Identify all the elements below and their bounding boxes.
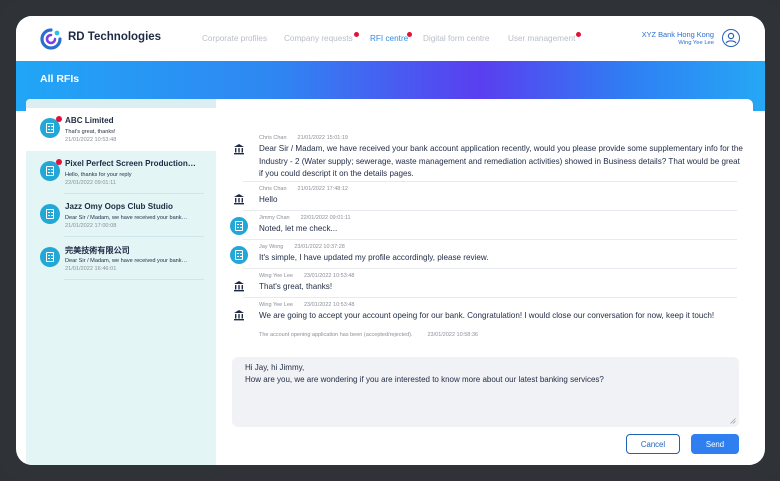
bank-icon	[230, 190, 248, 208]
company-icon	[40, 247, 60, 267]
user-avatar-icon[interactable]	[722, 29, 740, 47]
rfi-list-item[interactable]: Jazz Omy Oops Club Studio Dear Sir / Mad…	[26, 194, 216, 237]
user-name: Wing Yee Lee	[678, 40, 714, 46]
nav-company-requests[interactable]: Company requests	[284, 34, 353, 43]
system-note-text: The account opening application has been…	[259, 332, 413, 338]
rfi-time: 21/01/2022 16:46:01	[65, 266, 117, 272]
company-icon	[230, 246, 248, 264]
message-time: 23/01/2022 10:53:48	[303, 302, 355, 308]
message-time: 23/01/2022 10:37:28	[294, 244, 345, 250]
system-note-time: 23/01/2022 10:58:36	[427, 332, 478, 338]
message-text: It's simple, I have updated my profile a…	[259, 253, 489, 262]
message-text: We are going to accept your account opei…	[259, 311, 715, 320]
message-sender: Wing Yee Lee	[259, 302, 293, 308]
message-text: That's great, thanks!	[259, 282, 333, 291]
message-text: Hello	[259, 195, 278, 204]
company-icon	[40, 159, 62, 181]
rfi-title: 完美技術有限公司	[65, 246, 130, 255]
divider	[243, 268, 737, 269]
nav-user-management[interactable]: User management	[508, 34, 575, 43]
bank-icon	[230, 140, 248, 158]
reply-text[interactable]: Hi Jay, hi Jimmy, How are you, we are won…	[245, 362, 725, 385]
message-time: 22/01/2022 09:01:11	[300, 215, 351, 221]
message-sender: Chris Chan	[259, 186, 287, 192]
unread-dot	[56, 116, 62, 122]
message-sender: Jimmy Chan	[259, 215, 290, 221]
rfi-list-item[interactable]: ABC Limited That's great, thanks! 21/01/…	[26, 108, 216, 151]
cancel-button[interactable]: Cancel	[626, 434, 680, 454]
rfi-title: Pixel Perfect Screen Production…	[65, 159, 196, 168]
rfi-list: ABC Limited That's great, thanks! 21/01/…	[26, 99, 216, 465]
bank-name: XYZ Bank Hong Kong	[641, 30, 714, 39]
nav-rfi-centre-dot	[407, 32, 412, 37]
company-icon	[40, 204, 60, 224]
bank-icon	[230, 277, 248, 295]
message-sender: Chris Chan	[259, 135, 287, 141]
message-text: Dear Sir / Madam, we have received your …	[259, 144, 743, 178]
message-meta: Chris Chan 21/01/2022 17:48:12	[259, 186, 348, 192]
rfi-preview: Hello, thanks for your reply	[65, 172, 132, 178]
message-meta: Chris Chan 21/01/2022 15:01:19	[259, 135, 348, 141]
rfi-preview: Dear Sir / Madam, we have received your …	[65, 215, 188, 221]
device-frame: RD Technologies Corporate profiles Compa…	[0, 0, 780, 481]
unread-dot	[56, 159, 62, 165]
message-sender: Jay Wong	[259, 244, 284, 250]
system-note: The account opening application has been…	[259, 332, 478, 338]
nav-user-management-dot	[576, 32, 581, 37]
nav-digital-form-centre[interactable]: Digital form centre	[423, 34, 489, 43]
message-time: 21/01/2022 15:01:19	[297, 135, 348, 141]
reply-composer[interactable]: Hi Jay, hi Jimmy, How are you, we are won…	[232, 357, 739, 427]
nav-corporate-profiles[interactable]: Corporate profiles	[202, 34, 267, 43]
rfi-time: 22/01/2022 09:01:11	[65, 180, 116, 186]
rfi-list-item[interactable]: 完美技術有限公司 Dear Sir / Madam, we have recei…	[26, 237, 216, 280]
company-icon	[40, 116, 62, 138]
divider	[243, 210, 737, 211]
message-sender: Wing Yee Lee	[259, 273, 293, 279]
divider	[243, 239, 737, 240]
rfi-time: 21/01/2022 10:53:48	[65, 137, 117, 143]
message-meta: Jay Wong 23/01/2022 10:37:28	[259, 244, 345, 250]
rfi-time: 21/01/2022 17:00:08	[65, 223, 117, 229]
divider	[64, 279, 204, 280]
message-meta: Jimmy Chan 22/01/2022 09:01:11	[259, 215, 351, 221]
page-title: All RFIs	[40, 73, 80, 85]
conversation-panel: Chris Chan 21/01/2022 15:01:19 Dear Sir /…	[216, 99, 753, 465]
message-text: Noted, let me check...	[259, 224, 338, 233]
message-meta: Wing Yee Lee 23/01/2022 10:53:48	[259, 273, 354, 279]
list-top-strip	[26, 99, 216, 108]
divider	[243, 297, 737, 298]
rfi-list-item[interactable]: Pixel Perfect Screen Production… Hello, …	[26, 151, 216, 194]
rfi-title: Jazz Omy Oops Club Studio	[65, 202, 173, 211]
company-icon	[230, 217, 248, 235]
rfi-preview: That's great, thanks!	[65, 129, 116, 135]
nav-rfi-centre[interactable]: RFI centre	[370, 34, 408, 43]
message-time: 23/01/2022 10:53:48	[303, 273, 355, 279]
message-time: 21/01/2022 17:48:12	[297, 186, 348, 192]
top-navigation-bar: RD Technologies Corporate profiles Compa…	[16, 16, 765, 61]
rfi-title: ABC Limited	[65, 116, 114, 125]
resize-handle-icon[interactable]	[729, 417, 736, 424]
nav-company-requests-dot	[354, 32, 359, 37]
rfi-preview: Dear Sir / Madam, we have received your …	[65, 258, 188, 264]
send-button[interactable]: Send	[691, 434, 739, 454]
divider	[243, 181, 737, 182]
message-meta: Wing Yee Lee 23/01/2022 10:53:48	[259, 302, 354, 308]
bank-icon	[230, 306, 248, 324]
app-screen: RD Technologies Corporate profiles Compa…	[16, 16, 765, 465]
rd-logo-icon	[40, 28, 62, 50]
brand-name: RD Technologies	[68, 31, 162, 43]
